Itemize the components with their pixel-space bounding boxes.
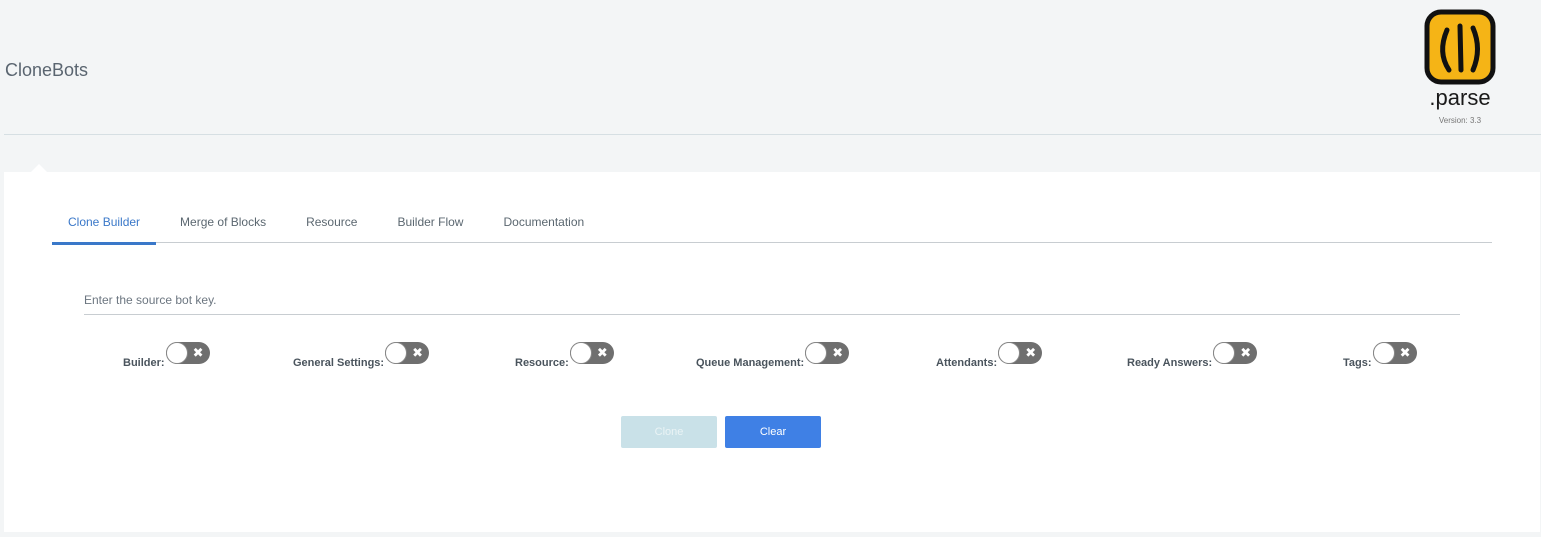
- toggle-label: Builder:: [123, 357, 165, 369]
- toggle-queue-management: Queue Management: ✖: [696, 342, 850, 370]
- logo-text: .parse: [1429, 85, 1491, 110]
- clone-button[interactable]: Clone: [621, 416, 717, 448]
- close-icon: ✖: [596, 345, 608, 360]
- toggle-label: General Settings:: [293, 357, 385, 369]
- tab-bar: Clone Builder Merge of Blocks Resource B…: [52, 212, 1492, 245]
- tags-toggle-switch[interactable]: ✖: [1372, 342, 1417, 364]
- toggle-knob: [385, 342, 408, 364]
- toggle-general-settings: General Settings: ✖: [293, 342, 430, 370]
- toggle-label: Resource:: [515, 357, 569, 369]
- queue-management-toggle-switch[interactable]: ✖: [805, 342, 850, 364]
- toggle-label: Tags:: [1343, 357, 1372, 369]
- close-icon: ✖: [412, 345, 424, 360]
- toggle-label: Attendants:: [936, 357, 998, 369]
- close-icon: ✖: [1025, 345, 1037, 360]
- toggle-attendants: Attendants: ✖: [936, 342, 1043, 370]
- toggle-label: Ready Answers:: [1127, 357, 1213, 369]
- toggle-builder: Builder: ✖: [123, 342, 210, 370]
- toggle-knob: [805, 342, 828, 364]
- toggle-knob: [1372, 342, 1395, 364]
- tab-builder-flow[interactable]: Builder Flow: [381, 212, 479, 242]
- version-label: Version: 3.3: [1438, 116, 1482, 125]
- builder-toggle-switch[interactable]: ✖: [165, 342, 210, 364]
- card-caret: [31, 164, 47, 172]
- source-bot-key-input[interactable]: [84, 282, 1460, 315]
- parse-logo: .parse Version: 3.3: [1420, 8, 1500, 125]
- attendants-toggle-switch[interactable]: ✖: [998, 342, 1043, 364]
- toggle-knob: [569, 342, 592, 364]
- clone-builder-panel: Clone Builder Merge of Blocks Resource B…: [4, 172, 1540, 532]
- tab-documentation[interactable]: Documentation: [487, 212, 600, 242]
- close-icon: ✖: [1399, 345, 1411, 360]
- close-icon: ✖: [1240, 345, 1252, 360]
- toggle-knob: [165, 342, 188, 364]
- toggle-knob: [1213, 342, 1236, 364]
- close-icon: ✖: [192, 345, 204, 360]
- app-title: CloneBots: [5, 60, 89, 80]
- resource-toggle-switch[interactable]: ✖: [569, 342, 614, 364]
- toggle-ready-answers: Ready Answers: ✖: [1127, 342, 1258, 370]
- toggle-knob: [998, 342, 1021, 364]
- parse-logo-icon: [1424, 9, 1496, 85]
- general-settings-toggle-switch[interactable]: ✖: [385, 342, 430, 364]
- ready-answers-toggle-switch[interactable]: ✖: [1213, 342, 1258, 364]
- page-header: CloneBots: [4, 0, 1541, 135]
- close-icon: ✖: [832, 345, 844, 360]
- tab-resource[interactable]: Resource: [290, 212, 373, 242]
- toggle-label: Queue Management:: [696, 357, 805, 369]
- toggle-resource: Resource: ✖: [515, 342, 614, 370]
- toggle-tags: Tags: ✖: [1343, 342, 1417, 370]
- clear-button[interactable]: Clear: [725, 416, 821, 448]
- tab-clone-builder[interactable]: Clone Builder: [52, 212, 157, 245]
- tab-merge-of-blocks[interactable]: Merge of Blocks: [164, 212, 282, 242]
